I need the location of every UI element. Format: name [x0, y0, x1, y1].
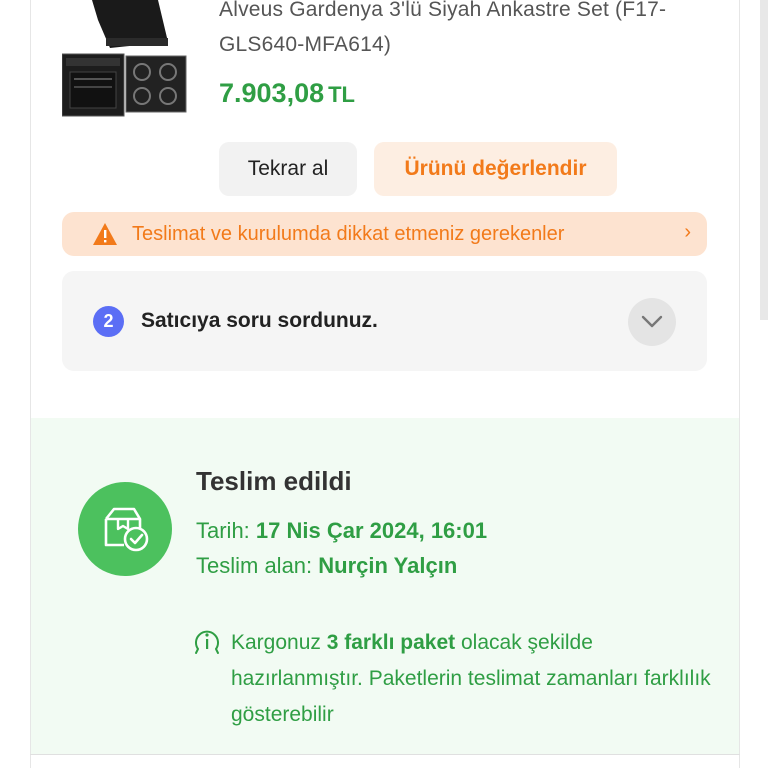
seller-question-panel[interactable]: 2 Satıcıya soru sordunuz. [62, 271, 707, 371]
expand-button[interactable] [628, 298, 676, 346]
delivery-icon-circle [78, 482, 172, 576]
package-info-text: Kargonuz 3 farklı paket olacak şekilde h… [231, 625, 711, 733]
delivery-date-value: 17 Nis Çar 2024, 16:01 [255, 518, 488, 543]
delivery-receiver: Teslim alan: Nurçin Yalçın [196, 553, 457, 579]
package-check-icon [104, 507, 149, 552]
chevron-down-icon [641, 315, 663, 328]
divider [30, 754, 740, 755]
delivery-receiver-value: Nurçin Yalçın [318, 553, 458, 578]
chevron-right-icon: › [684, 221, 691, 243]
warning-text: Teslimat ve kurulumda dikkat etmeniz ger… [132, 222, 565, 245]
info-icon [195, 630, 219, 654]
question-count-badge: 2 [93, 306, 124, 337]
delivery-warning-banner[interactable]: Teslimat ve kurulumda dikkat etmeniz ger… [62, 212, 707, 256]
rate-product-button[interactable]: Ürünü değerlendir [374, 142, 617, 196]
warning-triangle-icon [93, 223, 117, 245]
delivery-date-label: Tarih: [196, 518, 250, 543]
delivery-title: Teslim edildi [196, 466, 352, 496]
package-info-bold: 3 farklı paket [326, 631, 456, 654]
package-info-prefix: Kargonuz [231, 631, 321, 654]
delivery-receiver-label: Teslim alan: [196, 553, 313, 578]
buy-again-button[interactable]: Tekrar al [219, 142, 357, 196]
price-currency: TL [328, 82, 355, 107]
product-title[interactable]: Alveus Gardenya 3'lü Siyah Ankastre Set … [219, 0, 719, 62]
delivery-status-section: Teslim edildi Tarih: 17 Nis Çar 2024, 16… [31, 418, 739, 754]
delivery-date: Tarih: 17 Nis Çar 2024, 16:01 [196, 518, 487, 544]
product-image[interactable] [62, 0, 188, 118]
question-text: Satıcıya soru sordunuz. [141, 309, 378, 332]
price-value: 7.903,08 [219, 78, 325, 108]
scrollbar[interactable] [760, 0, 768, 320]
product-price: 7.903,08 TL [219, 78, 355, 109]
